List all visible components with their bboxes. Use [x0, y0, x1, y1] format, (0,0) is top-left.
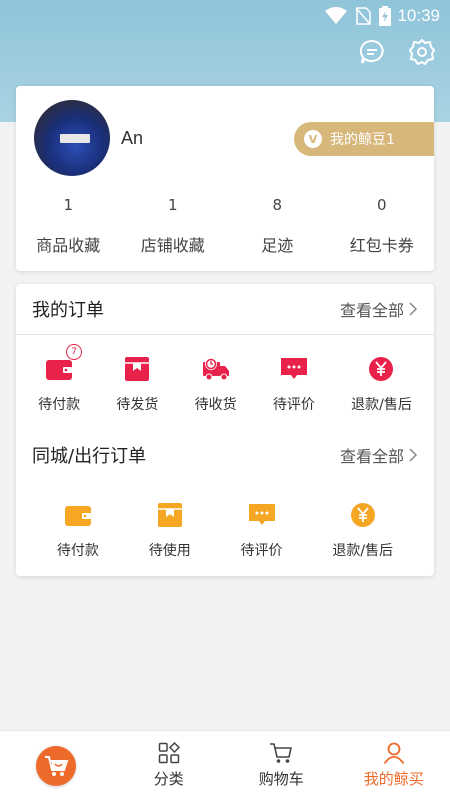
- stat-store-favorites[interactable]: 1 店铺收藏: [121, 194, 226, 256]
- stat-label: 红包卡券: [349, 236, 414, 255]
- beans-label: 我的鲸豆1: [330, 132, 395, 148]
- local-order-pending-payment[interactable]: 待付款: [57, 500, 99, 560]
- refund-yen-icon: [366, 354, 396, 384]
- order-label: 待收货: [194, 397, 237, 413]
- v-badge-icon: V: [304, 130, 322, 148]
- profile-stats: 1 商品收藏 1 店铺收藏 8 足迹 0 红包卡券: [16, 194, 434, 256]
- order-refund-aftersales[interactable]: 退款/售后: [351, 354, 412, 414]
- chevron-right-icon: [409, 302, 418, 316]
- stat-value: 0: [376, 196, 387, 214]
- cart-icon: [270, 743, 293, 763]
- local-orders-header: 同城/出行订单 查看全部: [16, 430, 434, 480]
- chat-icon[interactable]: [358, 38, 386, 66]
- divider: [16, 334, 434, 335]
- user-icon: [383, 742, 404, 764]
- stat-label: 店铺收藏: [140, 236, 205, 255]
- local-orders-title: 同城/出行订单: [32, 446, 147, 467]
- category-icon: [158, 742, 180, 764]
- stat-footprints[interactable]: 8 足迹: [225, 194, 330, 256]
- my-orders-view-all-link[interactable]: 查看全部: [340, 297, 418, 321]
- nav-category[interactable]: 分类: [113, 731, 226, 800]
- stat-value: 1: [63, 196, 74, 214]
- nav-my-account[interactable]: 我的鲸买: [338, 731, 450, 800]
- nav-home[interactable]: [0, 731, 113, 800]
- nav-cart[interactable]: 购物车: [225, 731, 338, 800]
- orders-card: 我的订单 查看全部 7 待付款 待发货 待收货 待评价 退款/售后 同城/出行订…: [16, 284, 434, 576]
- refund-yen-icon: [348, 500, 378, 530]
- local-order-pending-review[interactable]: 待评价: [241, 500, 283, 560]
- local-orders-row: 待付款 待使用 待评价 退款/售后: [16, 500, 434, 560]
- nav-label: 我的鲸买: [363, 770, 424, 788]
- no-sim-icon: [355, 7, 372, 25]
- my-orders-header: 我的订单 查看全部: [16, 284, 434, 334]
- battery-charging-icon: [379, 6, 392, 26]
- status-bar: 10:39: [0, 0, 450, 32]
- stat-coupons[interactable]: 0 红包卡券: [330, 194, 435, 256]
- local-orders-view-all-link[interactable]: 查看全部: [340, 443, 418, 467]
- order-label: 退款/售后: [351, 397, 412, 413]
- my-beans-button[interactable]: V 我的鲸豆1: [294, 122, 434, 156]
- status-time: 10:39: [397, 6, 440, 25]
- order-label: 待付款: [38, 397, 81, 413]
- order-pending-review[interactable]: 待评价: [273, 354, 315, 414]
- wifi-icon: [325, 7, 348, 25]
- order-label: 待付款: [56, 543, 99, 559]
- stat-label: 足迹: [261, 236, 294, 255]
- box-icon: [155, 500, 185, 530]
- stat-label: 商品收藏: [36, 236, 101, 255]
- wallet-icon: [63, 500, 93, 530]
- view-all-label: 查看全部: [339, 447, 404, 466]
- local-order-refund-aftersales[interactable]: 退款/售后: [332, 500, 393, 560]
- nav-label: 分类: [153, 770, 184, 788]
- profile-card: An V 我的鲸豆1 1 商品收藏 1 店铺收藏 8 足迹 0 红包卡券: [16, 86, 434, 271]
- stat-value: 1: [167, 196, 178, 214]
- order-label: 待发货: [116, 397, 159, 413]
- home-shop-icon: [36, 745, 77, 786]
- order-label: 待使用: [148, 543, 191, 559]
- box-icon: [122, 354, 152, 384]
- pending-payment-badge: 7: [66, 344, 83, 360]
- bottom-nav: 分类 购物车 我的鲸买: [0, 730, 450, 800]
- gear-icon[interactable]: [408, 38, 436, 66]
- order-pending-shipment[interactable]: 待发货: [116, 354, 158, 414]
- order-label: 待评价: [272, 397, 315, 413]
- stat-product-favorites[interactable]: 1 商品收藏: [16, 194, 121, 256]
- order-pending-receipt[interactable]: 待收货: [195, 354, 237, 414]
- nav-label: 购物车: [258, 770, 304, 788]
- stat-value: 8: [272, 196, 283, 214]
- comment-icon: [247, 500, 277, 530]
- order-label: 待评价: [240, 543, 283, 559]
- avatar[interactable]: [34, 100, 110, 176]
- order-label: 退款/售后: [332, 543, 394, 559]
- local-order-pending-use[interactable]: 待使用: [149, 500, 191, 560]
- username[interactable]: An: [121, 128, 143, 149]
- chevron-right-icon: [409, 448, 418, 462]
- wallet-icon: 7: [44, 344, 83, 384]
- view-all-label: 查看全部: [339, 301, 404, 320]
- comment-icon: [279, 354, 309, 384]
- delivery-truck-icon: [201, 354, 231, 384]
- order-pending-payment[interactable]: 7 待付款: [38, 344, 83, 414]
- my-orders-title: 我的订单: [32, 300, 104, 321]
- my-orders-row: 7 待付款 待发货 待收货 待评价 退款/售后: [16, 344, 434, 414]
